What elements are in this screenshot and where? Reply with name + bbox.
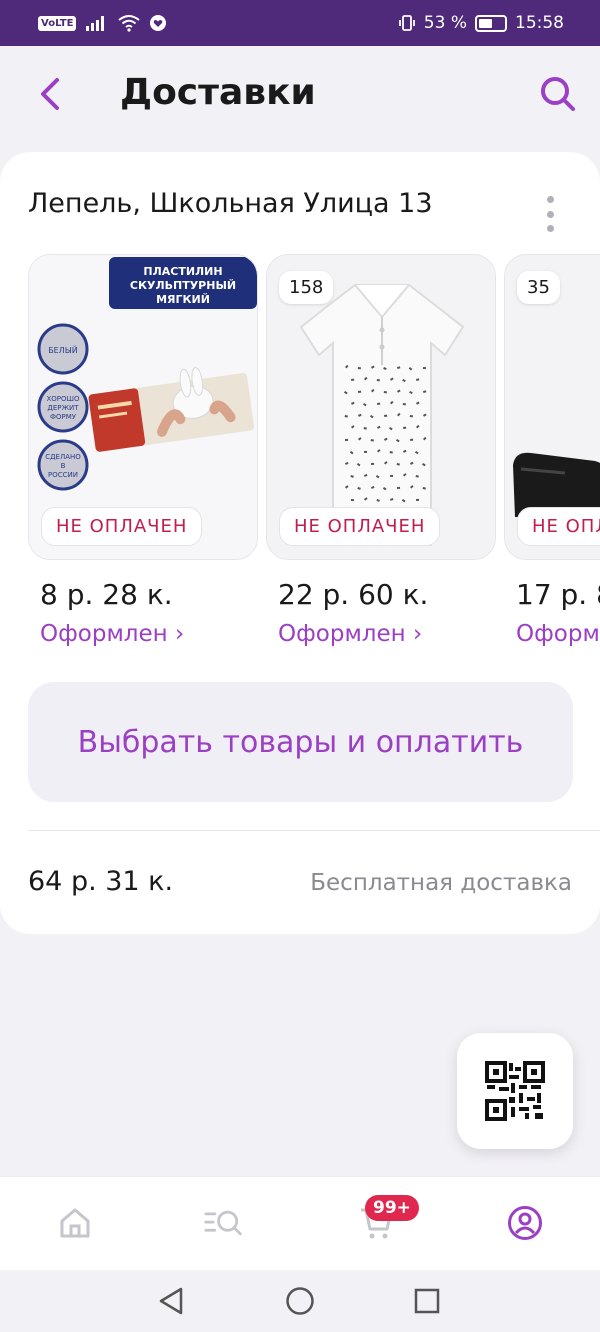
delivery-cost-note: Бесплатная доставка (310, 870, 572, 896)
signal-icon (86, 16, 105, 31)
status-left: VoLTE (38, 14, 167, 32)
battery-level (479, 18, 492, 28)
nav-profile[interactable] (505, 1203, 545, 1243)
search-button[interactable] (536, 72, 580, 116)
delivery-items: ПЛАСТИЛИН СКУЛЬПТУРНЫЙ МЯГКИЙ БЕЛЫЙ ХОРО… (28, 254, 600, 664)
home-icon (60, 1208, 90, 1238)
battery-percent: 53 % (423, 13, 467, 33)
qr-code-button[interactable] (457, 1033, 573, 1149)
system-home-button[interactable] (283, 1284, 317, 1318)
product-image[interactable]: 158 НЕ ОПЛАЧЕН (266, 254, 496, 560)
bottom-navigation: 99+ (0, 1176, 600, 1270)
dot-icon (546, 196, 554, 203)
system-navigation (0, 1270, 600, 1332)
svg-text:РОССИИ: РОССИИ (48, 471, 78, 479)
order-status-link[interactable]: Оформлен › (28, 621, 258, 647)
qr-code-icon (485, 1061, 545, 1121)
svg-text:ХОРОШО: ХОРОШО (46, 395, 80, 403)
item-price: 8 р. 28 к. (40, 578, 173, 611)
dot-icon (546, 225, 554, 232)
delivery-address: Лепель, Школьная Улица 13 (28, 188, 433, 219)
svg-text:БЕЛЫЙ: БЕЛЫЙ (48, 344, 78, 355)
battery-icon (475, 14, 507, 32)
payment-status-chip: НЕ ОПЛАЧЕН (41, 507, 203, 546)
delivery-card: Лепель, Школьная Улица 13 ПЛАСТИЛИН СКУЛ… (0, 152, 600, 934)
catalog-search-icon (204, 1210, 242, 1236)
size-badge: 158 (279, 271, 334, 304)
dot-icon (546, 210, 554, 218)
more-options-button[interactable] (538, 196, 562, 232)
system-back-button[interactable] (154, 1284, 188, 1318)
heart-icon (150, 15, 167, 31)
back-triangle-icon (159, 1287, 183, 1315)
order-status-link[interactable]: Оформлен (504, 621, 600, 647)
wifi-icon (118, 15, 141, 32)
product-title-line-2: СКУЛЬПТУРНЫЙ (130, 279, 236, 292)
payment-status-chip: НЕ ОПЛАЧЕН (279, 507, 441, 546)
recents-square-icon (414, 1288, 440, 1314)
item-price: 22 р. 60 к. (278, 578, 429, 611)
item-price: 17 р. 8 (516, 578, 600, 611)
nav-home[interactable] (55, 1203, 95, 1243)
order-status-link[interactable]: Оформлен › (266, 621, 496, 647)
clock: 15:58 (515, 13, 564, 33)
system-recents-button[interactable] (410, 1284, 444, 1318)
search-icon (541, 77, 575, 111)
page-title: Доставки (120, 72, 316, 113)
payment-status-chip: НЕ ОПЛАЧЕН (517, 507, 600, 546)
size-badge: 35 (517, 271, 560, 304)
product-image[interactable]: 35 НЕ ОПЛАЧЕН (504, 254, 600, 560)
back-button[interactable] (30, 74, 70, 114)
delivery-item[interactable]: 158 НЕ ОПЛАЧЕН 22 р. 60 к. Оформлен › (266, 254, 496, 647)
profile-icon (508, 1206, 542, 1240)
product-title-line-3: МЯГКИЙ (156, 293, 210, 306)
delivery-item[interactable]: 35 НЕ ОПЛАЧЕН 17 р. 8 Оформлен (504, 254, 600, 647)
header: Доставки (0, 46, 600, 150)
order-total: 64 р. 31 к. (28, 866, 174, 897)
select-and-pay-button[interactable]: Выбрать товары и оплатить (28, 682, 573, 802)
svg-text:ФОРМУ: ФОРМУ (50, 413, 77, 421)
status-right: 53 % 15:58 (398, 13, 564, 33)
home-circle-icon (286, 1287, 314, 1315)
nav-catalog[interactable] (204, 1203, 244, 1243)
volte-badge: VoLTE (38, 15, 77, 31)
svg-text:ДЕРЖИТ: ДЕРЖИТ (47, 404, 79, 412)
cart-count-badge: 99+ (365, 1195, 419, 1221)
svg-text:В: В (61, 462, 66, 470)
product-title-line-1: ПЛАСТИЛИН (143, 265, 222, 278)
chevron-left-icon (41, 78, 59, 110)
divider (28, 830, 600, 831)
product-image[interactable]: ПЛАСТИЛИН СКУЛЬПТУРНЫЙ МЯГКИЙ БЕЛЫЙ ХОРО… (28, 254, 258, 560)
svg-text:СДЕЛАНО: СДЕЛАНО (45, 453, 81, 461)
status-bar: VoLTE 53 % 15:58 (0, 0, 600, 46)
delivery-item[interactable]: ПЛАСТИЛИН СКУЛЬПТУРНЫЙ МЯГКИЙ БЕЛЫЙ ХОРО… (28, 254, 258, 647)
vibrate-icon (398, 15, 415, 31)
